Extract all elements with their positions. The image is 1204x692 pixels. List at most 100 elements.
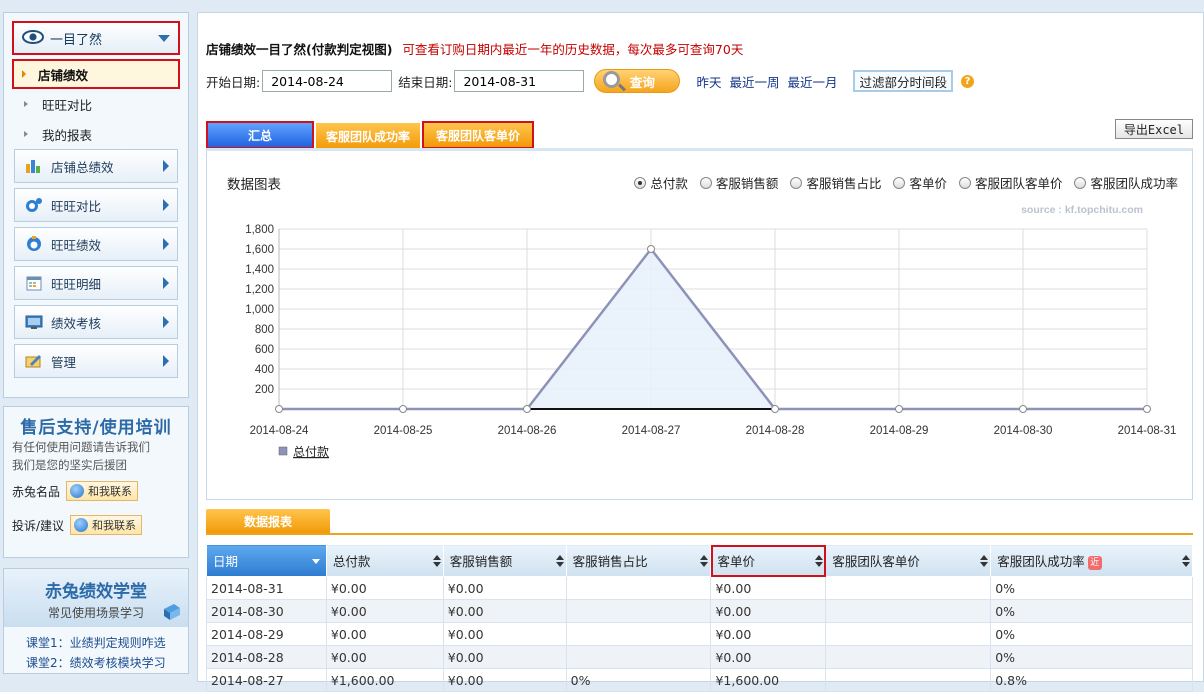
query-button-label: 查询: [629, 74, 655, 90]
help-icon[interactable]: ?: [961, 74, 974, 88]
query-button[interactable]: 查询: [594, 69, 681, 93]
metric-radio[interactable]: 客服销售额: [699, 173, 778, 192]
qq-icon: [70, 484, 85, 498]
tab-team-success-rate[interactable]: 客服团队成功率: [316, 123, 420, 149]
legend-swatch[interactable]: [278, 446, 288, 456]
metric-radio[interactable]: 客服团队客单价: [958, 173, 1063, 192]
y-tick-label: 800: [255, 324, 274, 336]
monitor-icon: [25, 314, 43, 330]
support-line-2: 我们是您的坚实后援团: [12, 458, 127, 472]
x-tick-label: 2014-08-30: [994, 425, 1053, 437]
metric-radio[interactable]: 客单价: [893, 173, 947, 192]
start-date-input[interactable]: [262, 70, 393, 92]
column-header[interactable]: 总付款: [325, 544, 444, 577]
quick-last-month-link[interactable]: 最近一月: [787, 72, 837, 91]
radio-button-icon: [893, 176, 906, 189]
menu-label: 管理: [51, 354, 77, 370]
y-tick-label: 1,200: [245, 284, 274, 296]
menu-store-total-performance[interactable]: 店铺总绩效: [14, 149, 178, 183]
bar-chart-icon: [25, 158, 43, 174]
menu-manage[interactable]: 管理: [14, 344, 178, 378]
column-header-label: 总付款: [332, 554, 371, 569]
table-cell: ¥0.00: [442, 645, 567, 669]
date-filter-bar: 开始日期: 结束日期: 查询 昨天 最近一周 最近一月 过滤部分时间段 ?: [206, 69, 974, 93]
export-excel-button[interactable]: 导出Excel: [1114, 119, 1193, 139]
lesson-link[interactable]: 课堂2：绩效考核模块学习: [26, 653, 180, 673]
quick-last-week-link[interactable]: 最近一周: [729, 72, 779, 91]
menu-wangwang-compare[interactable]: 旺旺对比: [14, 188, 178, 222]
metric-radio-label: 客服销售占比: [806, 176, 882, 191]
contact-button-label: 和我联系: [92, 519, 137, 532]
table-cell: 2014-08-30: [206, 599, 327, 623]
x-tick-label: 2014-08-25: [374, 425, 433, 437]
chevron-right-icon: [163, 316, 169, 328]
sidebar-item-wangwang-compare[interactable]: 旺旺对比: [12, 89, 180, 119]
metric-radio[interactable]: 客服销售占比: [790, 173, 881, 192]
x-tick-label: 2014-08-24: [250, 425, 309, 437]
menu-label: 旺旺明细: [51, 276, 102, 292]
quick-yesterday-link[interactable]: 昨天: [696, 72, 721, 91]
lesson-link[interactable]: 课堂1：业绩判定规则咋选: [26, 633, 180, 653]
menu-wangwang-performance[interactable]: 旺旺绩效: [14, 227, 178, 261]
sidebar: 一目了然 店铺绩效 旺旺对比 我的报表 店铺总绩效 旺旺对比 旺旺绩效 旺旺明细…: [3, 12, 189, 682]
x-tick-label: 2014-08-28: [746, 425, 805, 437]
menu-label: 旺旺对比: [51, 198, 102, 214]
y-tick-label: 1,600: [245, 244, 274, 256]
column-header[interactable]: 客服销售占比: [565, 544, 712, 577]
column-header[interactable]: 日期: [206, 544, 327, 577]
tab-summary[interactable]: 汇总: [206, 121, 314, 149]
y-tick-label: 200: [255, 384, 274, 396]
x-tick-label: 2014-08-29: [870, 425, 929, 437]
table-cell: [565, 622, 712, 646]
legend-label[interactable]: 总付款: [293, 445, 329, 459]
metric-radio-label: 客服团队客单价: [974, 176, 1063, 191]
table-cell: ¥1,600.00: [325, 668, 444, 692]
page-title: 店铺绩效一目了然(付款判定视图): [206, 42, 393, 57]
y-tick-label: 1,000: [245, 304, 274, 316]
table-row: 2014-08-29 ¥0.00 ¥0.00 ¥0.00 0%: [206, 622, 1193, 646]
column-header[interactable]: 客服团队成功率近: [990, 544, 1193, 577]
sidebar-item-my-reports[interactable]: 我的报表: [12, 119, 180, 149]
contact-row: 投诉/建议 和我联系: [12, 508, 180, 542]
metric-radio-group: 总付款 客服销售额 客服销售占比 客单价 客服团队客单价 客服团队成功率: [622, 173, 1178, 192]
table-cell: [825, 622, 992, 646]
end-date-input[interactable]: [454, 70, 585, 92]
manage-icon: [25, 353, 43, 369]
sidebar-item-store-performance[interactable]: 店铺绩效: [12, 59, 180, 89]
chevron-right-icon: [163, 355, 169, 367]
table-cell: 0%: [990, 622, 1193, 646]
wangwang-compare-icon: [25, 197, 43, 213]
sort-desc-icon[interactable]: [311, 559, 320, 564]
chevron-right-icon: [163, 238, 169, 250]
chevron-right-icon: [163, 160, 169, 172]
contact-button[interactable]: 和我联系: [66, 481, 139, 501]
learning-subtitle: 常见使用场景学习: [47, 606, 144, 620]
chart-panel-title: 数据图表: [227, 177, 281, 193]
metric-radio[interactable]: 客服团队成功率: [1074, 173, 1178, 192]
contact-row: 赤兔名品 和我联系: [12, 474, 180, 508]
table-row: 2014-08-27 ¥1,600.00 ¥0.00 0% ¥1,600.00 0.8%: [206, 668, 1193, 692]
start-date-label: 开始日期:: [206, 74, 261, 90]
table-row: 2014-08-28 ¥0.00 ¥0.00 ¥0.00 0%: [206, 645, 1193, 669]
column-header[interactable]: 客单价: [710, 544, 827, 577]
metric-radio[interactable]: 总付款: [634, 173, 688, 192]
menu-performance-assessment[interactable]: 绩效考核: [14, 305, 178, 339]
radio-button-icon: [790, 176, 803, 189]
table-row: 2014-08-30 ¥0.00 ¥0.00 ¥0.00 0%: [206, 599, 1193, 623]
column-header[interactable]: 客服团队客单价: [825, 544, 992, 577]
tab-team-avg-order[interactable]: 客服团队客单价: [422, 121, 534, 149]
data-report-tab[interactable]: 数据报表: [206, 509, 330, 533]
contact-button[interactable]: 和我联系: [70, 515, 143, 535]
overview-dropdown[interactable]: 一目了然: [12, 21, 180, 55]
column-header[interactable]: 客服销售额: [442, 544, 567, 577]
y-tick-label: 400: [255, 364, 274, 376]
data-point: [771, 405, 779, 413]
table-cell: [565, 645, 712, 669]
data-point: [1143, 405, 1151, 413]
triangle-right-icon: [22, 70, 26, 78]
menu-wangwang-detail[interactable]: 旺旺明细: [14, 266, 178, 300]
contact-label: 投诉/建议: [12, 518, 65, 533]
filter-time-range-button[interactable]: 过滤部分时间段: [853, 70, 953, 92]
metric-radio-label: 客服团队成功率: [1090, 176, 1178, 191]
table-cell: 2014-08-29: [206, 622, 327, 646]
